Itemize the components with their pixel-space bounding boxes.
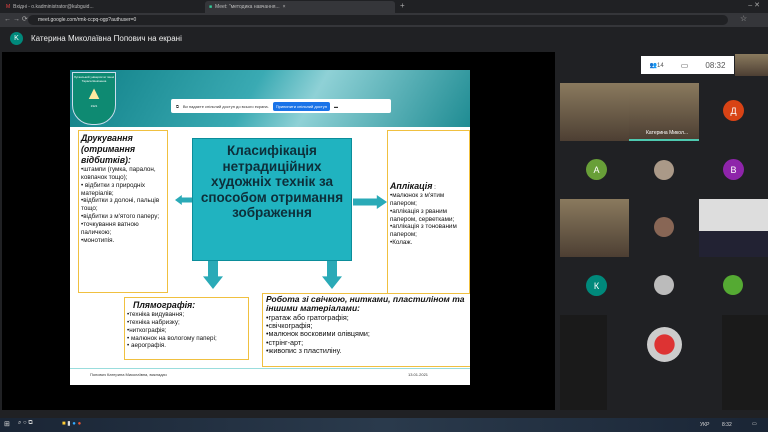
participant-avatar-k[interactable]: К (586, 275, 607, 296)
other-materials-box: Робота зі свічкою, нитками, пластиліном … (262, 293, 470, 367)
new-tab-button[interactable]: + (400, 1, 405, 10)
meet-header: K Катерина Миколаївна Попович на екрані … (0, 27, 768, 76)
presenting-label: Катерина Миколаївна Попович на екрані (31, 34, 182, 43)
gmail-icon: M (6, 4, 11, 10)
search-icon[interactable]: ⌕ ○ ⧉ (18, 420, 33, 427)
clock-time: 08:32 (705, 60, 726, 70)
people-button[interactable]: 👥14 (650, 62, 664, 69)
participant-photo[interactable] (723, 275, 743, 295)
nav-buttons[interactable]: ← → ⟳ (4, 15, 28, 23)
share-text: Ви надаєте спільний доступ до всього екр… (182, 103, 269, 109)
screen-share-banner: ⧉ Ви надаєте спільний доступ до всього е… (171, 99, 391, 113)
participant-photo[interactable] (654, 217, 674, 237)
participant-video[interactable] (560, 83, 629, 141)
people-icon: 👥 (649, 62, 658, 69)
slide-title: Класифікація нетрадиційних художніх техн… (192, 138, 352, 261)
pinned-apps[interactable]: ■ ▮ ● ● (62, 420, 81, 427)
university-logo: Луганський університет імені Тараса Шевч… (72, 72, 116, 125)
presentation-slide: Луганський університет імені Тараса Шевч… (70, 70, 470, 385)
arrow-right (353, 195, 387, 209)
minimize-button[interactable]: ▬ (334, 104, 338, 109)
empty-tile (722, 315, 768, 410)
start-button[interactable]: ⊞ (4, 420, 10, 428)
participant-photo[interactable] (647, 327, 682, 362)
arrow-left (175, 195, 192, 205)
applique-box: Аплікація : •малюнок з м'ятим папером; •а… (387, 130, 470, 294)
windows-taskbar: ⊞ ⌕ ○ ⧉ ■ ▮ ● ● УКР 8:32 ▭ (0, 418, 768, 432)
meet-icon: ■ (209, 4, 213, 10)
book-icon: ▲ (85, 83, 103, 103)
self-view[interactable] (735, 54, 768, 76)
tab-meet[interactable]: ■ Meet: "методика навчання... × (205, 1, 395, 13)
arrow-down-left (203, 261, 223, 289)
meet-controls: 👥14 ▭ 08:32 (641, 56, 734, 74)
participant-avatar-a[interactable]: А (586, 159, 607, 180)
presenter-avatar: K (10, 32, 23, 45)
participant-photo[interactable] (654, 160, 674, 180)
notifications-icon[interactable]: ▭ (752, 421, 757, 427)
participant-video[interactable] (560, 199, 629, 257)
taskbar-clock[interactable]: 8:32 (722, 422, 732, 428)
participant-avatar-d[interactable]: Д (723, 100, 744, 121)
browser-tab-bar: M Вхідні - o.kadministrator@kubguid... ■ M… (0, 0, 768, 13)
blotography-box: Плямографія: •техніка видування; •техніка… (124, 297, 249, 360)
language-indicator[interactable]: УКР (700, 422, 709, 428)
printing-box: Друкування (отримання відбитків): •штамп… (78, 130, 168, 293)
participant-video-speaker[interactable]: Катерина Микол... (629, 83, 699, 141)
empty-tile (560, 315, 607, 410)
tab-gmail[interactable]: M Вхідні - o.kadministrator@kubguid... (2, 1, 202, 13)
share-icon: ⧉ (176, 103, 179, 109)
address-bar-row: ← → ⟳ meet.google.com/rmk-ccpq-ogp?authu… (0, 13, 768, 27)
slide-footer: Попович Катерина Миколаївна, викладач 13… (70, 368, 470, 377)
window-controls[interactable]: – ✕ (748, 1, 760, 9)
close-icon[interactable]: × (283, 4, 286, 10)
chat-icon[interactable]: ▭ (681, 61, 689, 70)
participant-photo[interactable] (654, 275, 674, 295)
arrow-down-right (322, 261, 342, 289)
url-field[interactable]: meet.google.com/rmk-ccpq-ogp?authuser=0 (28, 15, 728, 25)
participant-video[interactable] (699, 199, 768, 257)
list-item: •живопис з пластиліну. (266, 345, 342, 355)
stop-sharing-button[interactable]: Припинити спільний доступ (272, 101, 330, 111)
participant-avatar-v[interactable]: В (723, 159, 744, 180)
star-icon[interactable]: ☆ (740, 14, 747, 23)
